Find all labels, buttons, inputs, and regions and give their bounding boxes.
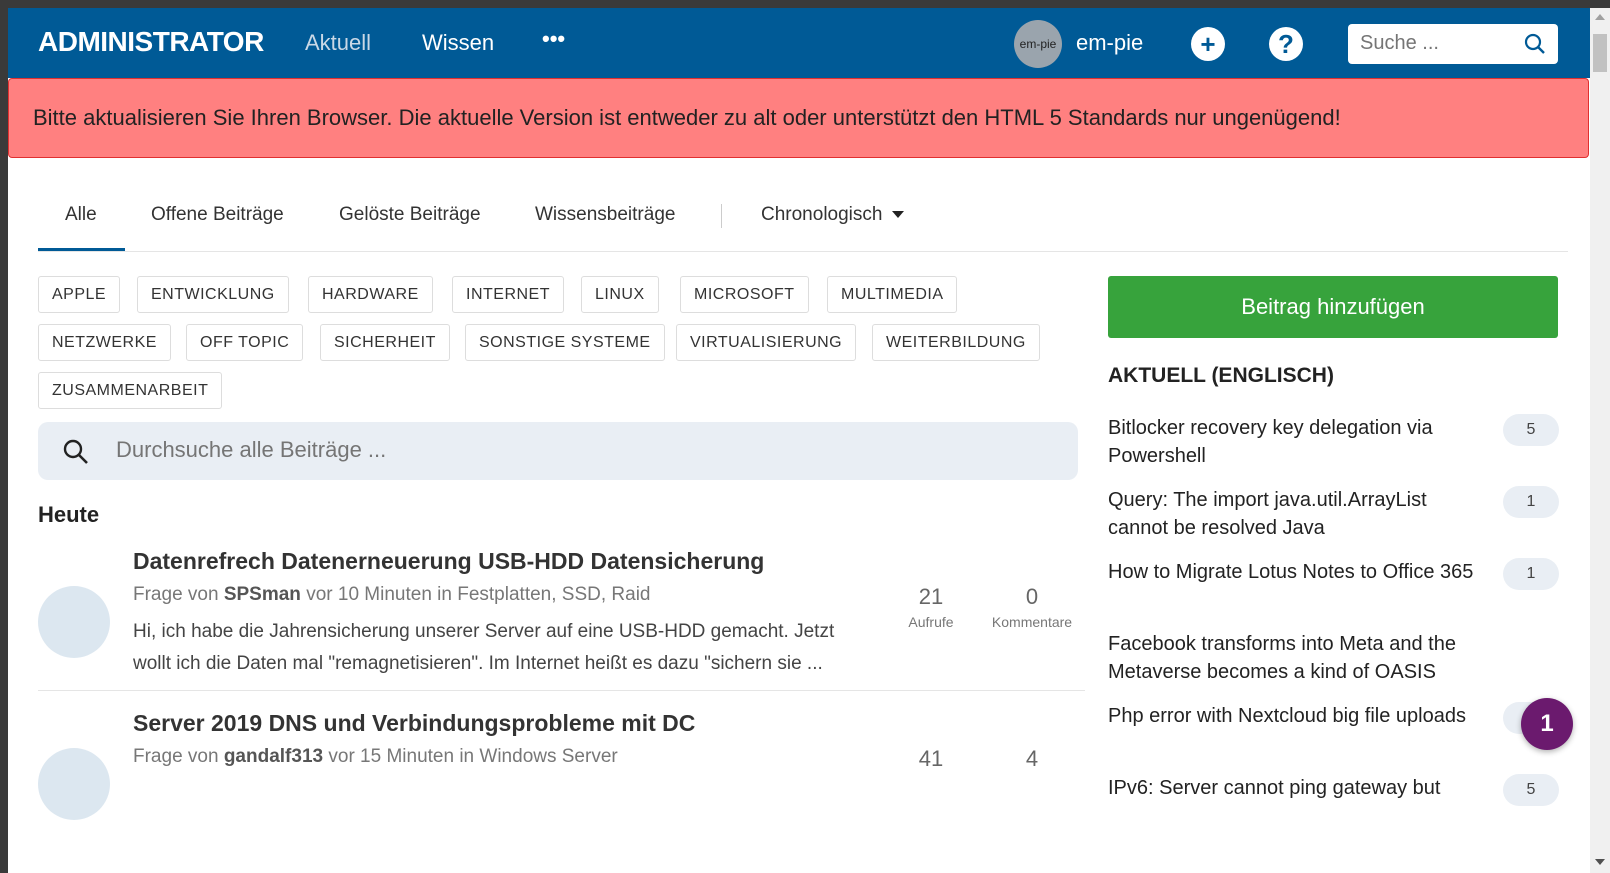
tag-sicherheit[interactable]: SICHERHEIT bbox=[320, 324, 450, 361]
sidebar-item: How to Migrate Lotus Notes to Office 365… bbox=[1108, 558, 1559, 590]
post-title[interactable]: Server 2019 DNS und Verbindungsprobleme … bbox=[133, 710, 695, 737]
views-stat: 41 bbox=[918, 746, 944, 771]
post-meta: Frage von SPSman vor 10 Minuten in Festp… bbox=[133, 584, 651, 605]
post-meta: Frage von gandalf313 vor 15 Minuten in W… bbox=[133, 746, 618, 767]
section-heading-today: Heute bbox=[38, 502, 100, 527]
add-icon[interactable]: + bbox=[1191, 27, 1225, 61]
search-icon bbox=[63, 439, 88, 464]
tab-wissensbeitraege[interactable]: Wissensbeiträge bbox=[535, 204, 675, 226]
tag-entwicklung[interactable]: ENTWICKLUNG bbox=[137, 276, 289, 313]
top-search-input[interactable] bbox=[1360, 32, 1520, 55]
site-logo[interactable]: ADMINISTRATOR bbox=[38, 26, 264, 58]
filter-tabs: Alle Offene Beiträge Gelöste Beiträge Wi… bbox=[38, 188, 1568, 252]
sidebar-item: Query: The import java.util.ArrayList ca… bbox=[1108, 486, 1559, 542]
more-menu-icon[interactable]: ••• bbox=[542, 26, 565, 52]
scroll-down-icon[interactable] bbox=[1595, 859, 1605, 865]
sidebar-item: IPv6: Server cannot ping gateway but 5 bbox=[1108, 774, 1559, 806]
browser-viewport: ADMINISTRATOR Aktuell Wissen ••• em-pie … bbox=[8, 8, 1590, 873]
scroll-up-icon[interactable] bbox=[1595, 14, 1605, 20]
post-search-box bbox=[38, 422, 1078, 480]
sort-dropdown[interactable]: Chronologisch bbox=[761, 204, 905, 226]
tab-alle[interactable]: Alle bbox=[38, 204, 125, 251]
comments-stat: 0 Kommentare bbox=[991, 584, 1073, 630]
add-post-button[interactable]: Beitrag hinzufügen bbox=[1108, 276, 1558, 338]
tag-off-topic[interactable]: OFF TOPIC bbox=[186, 324, 304, 361]
sidebar-item: Bitlocker recovery key delegation via Po… bbox=[1108, 414, 1559, 470]
tag-internet[interactable]: INTERNET bbox=[452, 276, 564, 313]
post-search-input[interactable] bbox=[116, 437, 1016, 463]
count-badge: 5 bbox=[1503, 774, 1559, 806]
author-link[interactable]: gandalf313 bbox=[224, 746, 323, 767]
top-navbar: ADMINISTRATOR Aktuell Wissen ••• em-pie … bbox=[8, 8, 1590, 78]
tab-offene-beitraege[interactable]: Offene Beiträge bbox=[151, 204, 284, 226]
browser-warning-alert: Bitte aktualisieren Sie Ihren Browser. D… bbox=[8, 78, 1589, 158]
tag-microsoft[interactable]: MICROSOFT bbox=[680, 276, 809, 313]
author-link[interactable]: SPSman bbox=[224, 584, 301, 605]
sidebar-item: Facebook transforms into Meta and the Me… bbox=[1108, 633, 1456, 683]
scrollbar-thumb[interactable] bbox=[1593, 34, 1607, 72]
author-avatar[interactable] bbox=[38, 586, 110, 658]
caret-down-icon bbox=[892, 211, 905, 219]
notification-badge-button[interactable]: 1 bbox=[1521, 698, 1573, 750]
tab-divider bbox=[721, 204, 722, 228]
top-search-box bbox=[1348, 24, 1558, 64]
tag-weiterbildung[interactable]: WEITERBILDUNG bbox=[872, 324, 1040, 361]
tab-geloeste-beitraege[interactable]: Gelöste Beiträge bbox=[339, 204, 481, 226]
post-excerpt: Hi, ich habe die Jahrensicherung unserer… bbox=[133, 621, 835, 674]
count-badge: 1 bbox=[1503, 486, 1559, 518]
tag-linux[interactable]: LINUX bbox=[581, 276, 659, 313]
tag-netzwerke[interactable]: NETZWERKE bbox=[38, 324, 171, 361]
tag-apple[interactable]: APPLE bbox=[38, 276, 121, 313]
search-icon[interactable] bbox=[1524, 33, 1546, 55]
tag-virtualisierung[interactable]: VIRTUALISIERUNG bbox=[676, 324, 857, 361]
user-avatar[interactable]: em-pie bbox=[1014, 20, 1062, 68]
views-stat: 21 Aufrufe bbox=[908, 584, 954, 630]
sort-label: Chronologisch bbox=[761, 204, 883, 225]
post-title[interactable]: Datenrefrech Datenerneuerung USB-HDD Dat… bbox=[133, 548, 764, 575]
help-icon[interactable]: ? bbox=[1269, 27, 1303, 61]
nav-link-wissen[interactable]: Wissen bbox=[422, 30, 494, 56]
post-divider bbox=[38, 690, 1085, 691]
sidebar-heading: AKTUELL (ENGLISCH) bbox=[1108, 364, 1334, 387]
comments-stat: 4 bbox=[1025, 746, 1039, 771]
tag-sonstige-systeme[interactable]: SONSTIGE SYSTEME bbox=[465, 324, 665, 361]
page-scrollbar[interactable] bbox=[1590, 8, 1610, 873]
tag-multimedia[interactable]: MULTIMEDIA bbox=[827, 276, 958, 313]
username-link[interactable]: em-pie bbox=[1076, 30, 1143, 56]
sidebar-item: Php error with Nextcloud big file upload… bbox=[1108, 702, 1559, 734]
tag-hardware[interactable]: HARDWARE bbox=[308, 276, 433, 313]
author-avatar[interactable] bbox=[38, 748, 110, 820]
tag-zusammenarbeit[interactable]: ZUSAMMENARBEIT bbox=[38, 372, 223, 409]
count-badge: 5 bbox=[1503, 414, 1559, 446]
nav-link-aktuell[interactable]: Aktuell bbox=[305, 30, 371, 56]
count-badge: 1 bbox=[1503, 558, 1559, 590]
